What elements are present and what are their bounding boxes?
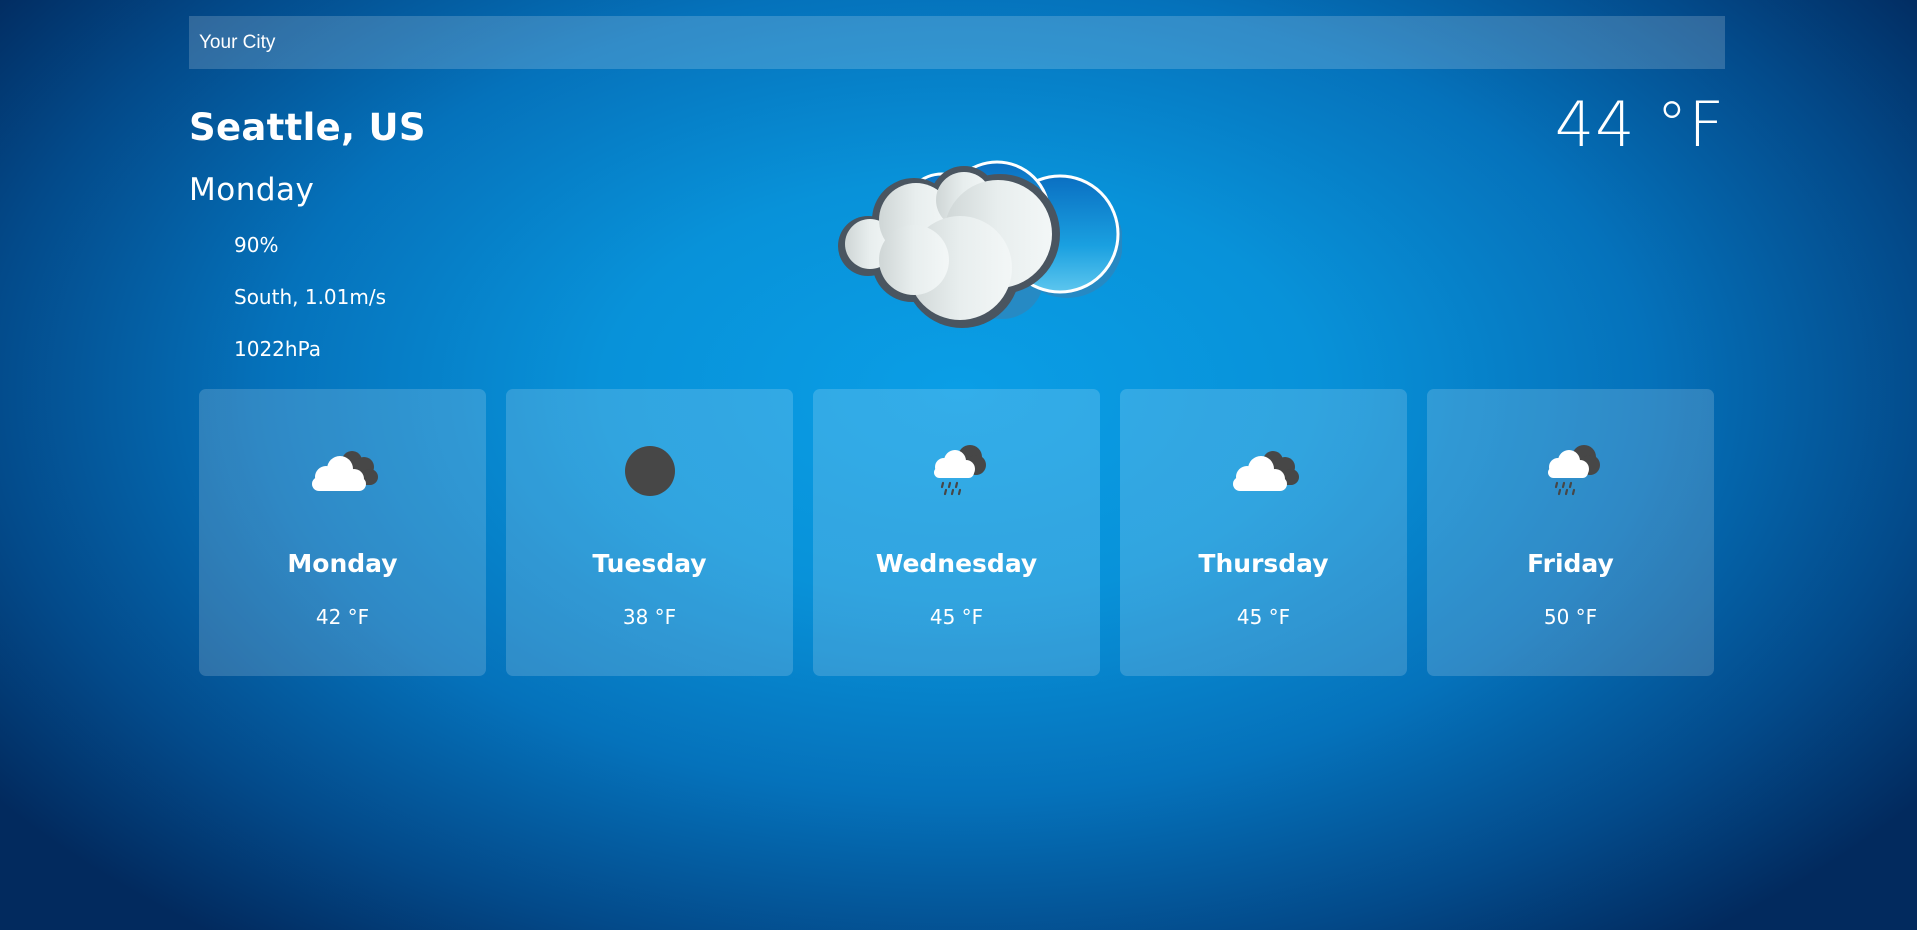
forecast-card-friday[interactable]: Friday 50 °F: [1427, 389, 1714, 676]
clouds-icon: [838, 160, 1122, 328]
current-temperature: 44 °F: [1554, 88, 1725, 161]
current-day: Monday: [189, 172, 315, 208]
dark-circle-icon: [624, 446, 675, 496]
forecast-card-thursday[interactable]: Thursday 45 °F: [1120, 389, 1407, 676]
forecast-day: Friday: [1527, 549, 1614, 578]
pressure-value: 1022hPa: [234, 337, 321, 361]
forecast-day: Tuesday: [592, 549, 707, 578]
forecast-temp: 38 °F: [622, 605, 677, 629]
forecast-temp: 42 °F: [315, 605, 370, 629]
forecast-day: Thursday: [1198, 549, 1329, 578]
city-search-input[interactable]: [189, 16, 1725, 69]
forecast-card-tuesday[interactable]: Tuesday 38 °F: [506, 389, 793, 676]
forecast-day: Monday: [287, 549, 398, 578]
forecast-list: Monday 42 °F Tuesday 38 °F Wednesday 45 …: [199, 389, 1714, 676]
forecast-temp: 45 °F: [1236, 605, 1291, 629]
partly-cloudy-icon: [311, 451, 378, 491]
humidity-value: 90%: [234, 233, 279, 257]
forecast-card-monday[interactable]: Monday 42 °F: [199, 389, 486, 676]
rain-cloud-icon: [933, 445, 986, 496]
forecast-temp: 45 °F: [929, 605, 984, 629]
rain-cloud-icon: [1547, 445, 1600, 496]
wind-value: South, 1.01m/s: [234, 285, 387, 309]
forecast-card-wednesday[interactable]: Wednesday 45 °F: [813, 389, 1100, 676]
forecast-day: Wednesday: [875, 549, 1038, 578]
weather-details-list: 90% South, 1.01m/s 1022hPa: [234, 228, 386, 384]
forecast-temp: 50 °F: [1543, 605, 1598, 629]
partly-cloudy-icon: [1232, 451, 1299, 491]
location-title: Seattle, US: [189, 106, 426, 149]
